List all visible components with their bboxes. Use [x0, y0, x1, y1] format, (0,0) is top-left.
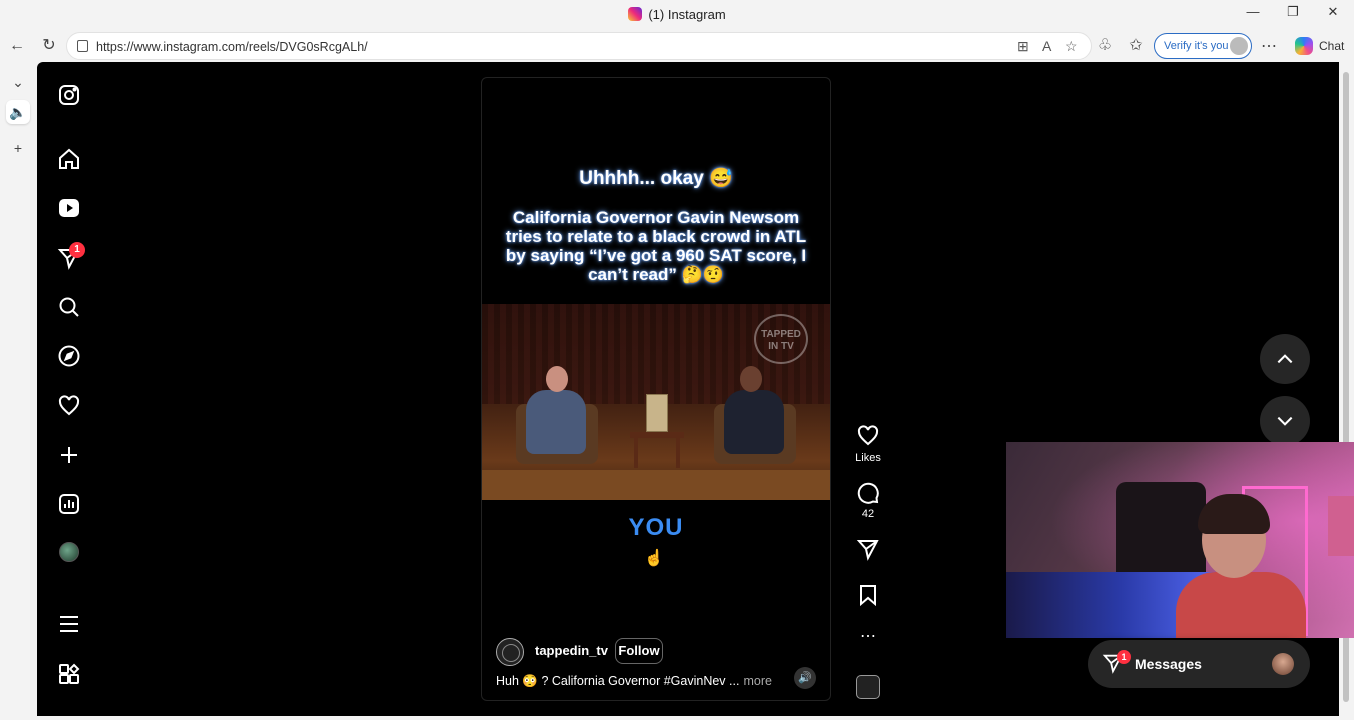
comment-icon[interactable]	[856, 481, 880, 505]
instagram-sidebar: 1	[37, 62, 101, 716]
book-display	[646, 394, 668, 432]
vertical-tab-strip: ⌄ 🔈 +	[0, 62, 37, 720]
video-frame-image: TAPPED IN TV	[482, 304, 830, 500]
left-speaker	[526, 390, 586, 454]
mouse-pointer-icon: ☝	[644, 550, 664, 567]
author-username[interactable]: tappedin_tv	[535, 643, 608, 658]
copilot-chat-button[interactable]: Chat	[1291, 34, 1347, 58]
table-leg	[676, 438, 680, 468]
chevron-down-icon	[1277, 416, 1293, 426]
close-button[interactable]: ✕	[1318, 4, 1348, 24]
webcam-overlay	[1006, 442, 1354, 638]
reel-overlay-title: Uhhhh... okay 😅	[579, 168, 733, 189]
messages-badge: 1	[1117, 650, 1131, 664]
verify-identity-button[interactable]: Verify it's you	[1154, 33, 1252, 59]
instagram-favicon-icon	[628, 7, 643, 21]
stage-floor	[482, 470, 830, 500]
reel-video[interactable]: Uhhhh... okay 😅 California Governor Gavi…	[481, 77, 831, 701]
search-icon[interactable]	[57, 295, 81, 319]
new-tab-plus-icon[interactable]: +	[6, 136, 30, 160]
audio-track-thumbnail[interactable]	[856, 675, 880, 699]
comments-count[interactable]: 42	[851, 508, 885, 520]
chevron-down-icon[interactable]: ⌄	[6, 70, 30, 94]
site-info-icon[interactable]	[77, 40, 88, 52]
caption-ellipsis: ...	[729, 674, 740, 688]
url-field[interactable]: https://www.instagram.com/reels/DVG0sRcg…	[66, 32, 1092, 60]
next-reel-button[interactable]	[1260, 396, 1310, 446]
url-text[interactable]: https://www.instagram.com/reels/DVG0sRcg…	[96, 40, 368, 54]
favorites-icon[interactable]: ✩	[1125, 36, 1147, 56]
window-titlebar: (1) Instagram — ❐ ✕	[0, 0, 1354, 30]
author-avatar[interactable]	[496, 638, 524, 666]
right-speaker-head	[740, 366, 762, 392]
explore-compass-icon[interactable]	[57, 344, 81, 368]
caption-text: Huh 😳 ? California Governor #GavinNev	[496, 674, 726, 688]
instagram-logo-icon[interactable]	[57, 83, 81, 107]
verify-label: Verify it's you	[1164, 40, 1229, 52]
back-arrow-icon[interactable]: ←	[6, 36, 28, 56]
maximize-button[interactable]: ❐	[1278, 4, 1308, 24]
reel-overlay-text: California Governor Gavin Newsom tries t…	[505, 208, 807, 284]
copilot-icon	[1295, 37, 1313, 55]
reel-actions: Likes 42 ⋯	[851, 62, 885, 716]
notifications-heart-icon[interactable]	[57, 394, 81, 418]
webcam-person-body	[1176, 572, 1306, 638]
profile-avatar-icon[interactable]	[59, 542, 79, 562]
right-speaker	[724, 390, 784, 454]
share-send-icon[interactable]	[856, 537, 880, 561]
more-options-icon[interactable]: ⋯	[851, 626, 885, 646]
dashboard-chart-icon[interactable]	[57, 492, 81, 516]
browser-essentials-icon[interactable]: ♧	[1094, 36, 1116, 56]
notification-badge: 1	[69, 242, 85, 258]
webcam-poster	[1328, 496, 1354, 556]
previous-reel-button[interactable]	[1260, 334, 1310, 384]
home-icon[interactable]	[57, 147, 81, 171]
window-title: (1) Instagram	[0, 7, 1354, 22]
caption-more-link[interactable]: more	[743, 674, 771, 688]
refresh-icon[interactable]: ↻	[38, 36, 60, 56]
messages-contact-avatar	[1272, 653, 1294, 675]
table-leg	[634, 438, 638, 468]
also-from-meta-icon[interactable]	[57, 662, 81, 686]
audio-tab-speaker-icon[interactable]: 🔈	[6, 100, 30, 124]
tapped-in-tv-watermark: TAPPED IN TV	[754, 314, 808, 364]
audio-volume-icon[interactable]: 🔊	[794, 667, 816, 689]
menu-hamburger-icon[interactable]	[57, 612, 81, 636]
video-subtitle: YOU	[628, 514, 684, 541]
chat-label: Chat	[1319, 39, 1345, 53]
save-bookmark-icon[interactable]	[856, 583, 880, 607]
create-plus-icon[interactable]	[57, 443, 81, 467]
browser-menu-button[interactable]: ⋯	[1261, 36, 1277, 56]
app-available-icon[interactable]: ⊞	[1017, 38, 1029, 55]
read-aloud-icon[interactable]: A	[1042, 38, 1051, 54]
address-bar-row: ← ↻ https://www.instagram.com/reels/DVG0…	[0, 30, 1354, 62]
likes-label[interactable]: Likes	[851, 452, 885, 464]
reels-icon[interactable]	[57, 196, 81, 220]
reel-caption: Huh 😳 ? California Governor #GavinNev ..…	[496, 674, 772, 689]
like-heart-icon[interactable]	[856, 424, 880, 448]
left-speaker-head	[546, 366, 568, 392]
chevron-up-icon	[1277, 354, 1293, 364]
favorite-star-icon[interactable]: ☆	[1065, 38, 1078, 55]
minimize-button[interactable]: —	[1238, 4, 1268, 24]
window-title-text: (1) Instagram	[648, 7, 726, 22]
messages-label: Messages	[1135, 656, 1202, 672]
messages-button[interactable]: 1 Messages	[1088, 640, 1310, 688]
profile-avatar	[1230, 37, 1248, 55]
follow-button[interactable]: Follow	[615, 638, 663, 664]
